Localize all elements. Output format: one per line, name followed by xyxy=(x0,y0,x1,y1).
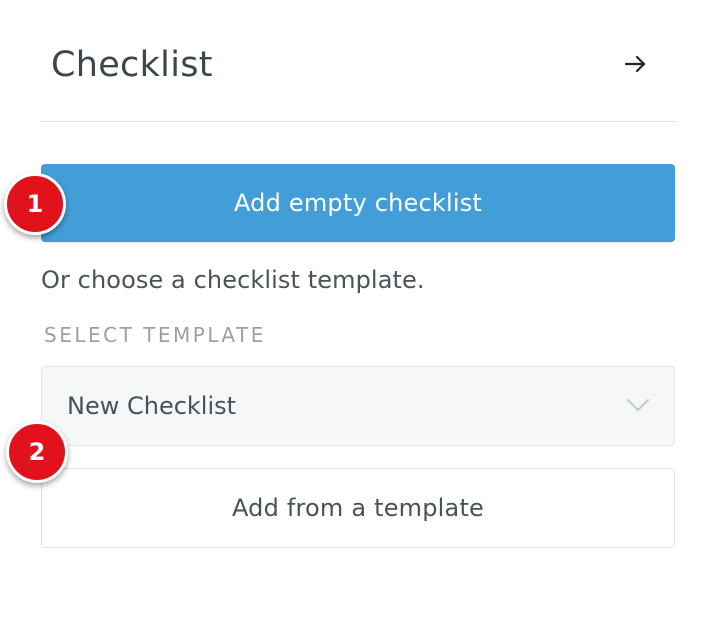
template-select[interactable]: New Checklist xyxy=(41,366,675,446)
checklist-panel: Checklist Add empty checklist Or choose … xyxy=(0,0,716,620)
add-from-template-button[interactable]: Add from a template xyxy=(41,468,675,548)
step-marker-1: 1 xyxy=(4,173,66,235)
panel-header: Checklist xyxy=(40,0,676,122)
close-panel-button[interactable] xyxy=(622,50,650,78)
add-empty-checklist-button[interactable]: Add empty checklist xyxy=(41,164,675,242)
step-marker-2: 2 xyxy=(6,421,68,483)
chevron-down-icon xyxy=(626,398,650,412)
template-hint-text: Or choose a checklist template. xyxy=(41,266,425,294)
select-template-label: SELECT TEMPLATE xyxy=(44,323,266,347)
arrow-right-icon xyxy=(624,55,646,73)
template-select-value: New Checklist xyxy=(67,392,237,420)
panel-title: Checklist xyxy=(51,45,213,85)
